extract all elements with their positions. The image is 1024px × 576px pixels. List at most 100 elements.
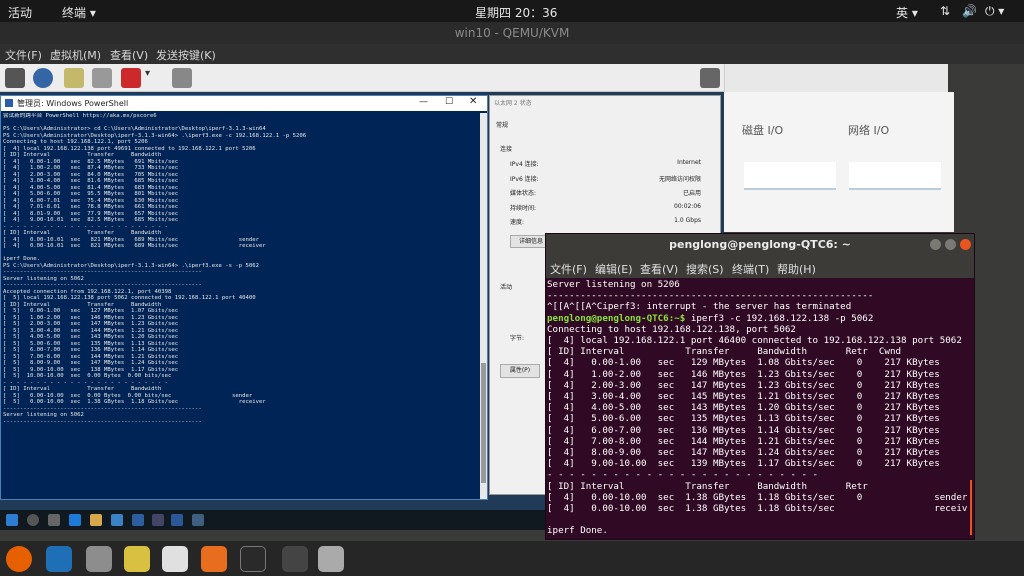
status-key: 持续时间: — [510, 204, 537, 212]
status-value: 1.0 Gbps — [674, 217, 701, 224]
connection-section: 连接 — [500, 146, 513, 153]
thunderbird-icon[interactable] — [46, 546, 72, 572]
software-icon[interactable] — [201, 546, 227, 572]
maximize-icon[interactable]: ☐ — [445, 97, 453, 107]
input-method[interactable]: 英 ▾ — [896, 4, 918, 21]
edge-icon[interactable] — [69, 514, 81, 526]
menu-edit[interactable]: 编辑(E) — [595, 261, 633, 277]
menu-search[interactable]: 搜索(S) — [686, 261, 724, 277]
maximize-icon[interactable] — [945, 239, 956, 250]
close-icon[interactable] — [960, 239, 971, 250]
network-status-taskbar-icon[interactable] — [192, 514, 204, 526]
store-icon[interactable] — [111, 514, 123, 526]
powershell-icon — [5, 99, 13, 107]
net-io-label: 网络 I/O — [848, 124, 890, 137]
pause-icon[interactable] — [92, 68, 112, 88]
terminal-output[interactable]: Server listening on 5206 ----------------… — [547, 279, 967, 539]
search-icon[interactable] — [27, 514, 39, 526]
terminal-line: [ 4] 1.00-2.00 sec 146 MBytes 1.23 Gbits… — [547, 368, 940, 380]
screenshot-icon[interactable] — [318, 546, 344, 572]
play-icon[interactable] — [64, 68, 84, 88]
terminal-line: [ 4] 9.00-10.00 sec 139 MBytes 1.17 Gbit… — [547, 458, 940, 470]
activity-section: 活动 — [500, 284, 513, 291]
tab-general[interactable]: 常规 — [496, 120, 508, 129]
minimize-icon[interactable]: — — [419, 97, 428, 107]
activities-button[interactable]: 活动 — [8, 4, 32, 21]
terminal-line: - - - - - - - - - - - - - - - - - - - - … — [547, 469, 819, 481]
status-key: 媒体状态: — [510, 190, 537, 197]
taskbar-app-icon[interactable] — [152, 514, 164, 526]
terminal-line: iperf Done. — [547, 525, 608, 537]
status-row: IPv4 连接: Internet — [510, 159, 715, 168]
menu-view[interactable]: 查看(V) — [110, 47, 148, 63]
start-icon[interactable] — [6, 514, 18, 526]
app-menu[interactable]: 终端 ▾ — [62, 4, 96, 21]
properties-button[interactable]: 属性(P) — [500, 364, 540, 378]
firefox-icon[interactable] — [6, 546, 32, 572]
rhythmbox-icon[interactable] — [124, 546, 150, 572]
shutdown-icon[interactable] — [121, 68, 141, 88]
files-icon[interactable] — [86, 546, 112, 572]
disk-io-label: 磁盘 I/O — [742, 124, 784, 137]
qemu-window-title: win10 - QEMU/KVM — [0, 22, 1024, 44]
terminal-line: [ 4] 7.00-8.00 sec 144 MBytes 1.21 Gbits… — [547, 435, 940, 447]
powershell-output[interactable]: 尝试新的跨平台 PowerShell https://aka.ms/pscore… — [3, 113, 485, 498]
task-view-icon[interactable] — [48, 514, 60, 526]
network-icon[interactable]: ⇅ — [940, 4, 950, 18]
status-value: 无网络访问权限 — [658, 175, 701, 183]
powershell-title: 管理员: Windows PowerShell — [17, 99, 129, 108]
ubuntu-terminal[interactable]: penglong@penglong-QTC6: ~ 文件(F) 编辑(E) 查看… — [545, 233, 975, 540]
terminal-line: [ 4] 6.00-7.00 sec 136 MBytes 1.14 Gbits… — [547, 424, 940, 436]
terminal-title: penglong@penglong-QTC6: ~ — [669, 238, 851, 251]
menu-terminal[interactable]: 终端(T) — [732, 261, 769, 277]
powershell-scrollbar[interactable] — [480, 113, 487, 499]
terminal-menubar: 文件(F) 编辑(E) 查看(V) 搜索(S) 终端(T) 帮助(H) — [546, 256, 974, 278]
terminal-titlebar: penglong@penglong-QTC6: ~ — [546, 234, 974, 256]
libreoffice-icon[interactable] — [162, 546, 188, 572]
status-key: IPv6 连接: — [510, 175, 539, 183]
chevron-down-icon[interactable]: ▾ — [145, 68, 155, 88]
status-row: 速度: 1.0 Gbps — [510, 217, 715, 226]
minimize-icon[interactable] — [930, 239, 941, 250]
status-row: 持续时间: 00:02:06 — [510, 203, 715, 212]
snapshot-icon[interactable] — [172, 68, 192, 88]
power-menu[interactable]: ⏻ ▾ — [985, 4, 1004, 19]
powershell-taskbar-icon[interactable] — [171, 514, 183, 526]
status-row: IPv6 连接: 无网络访问权限 — [510, 174, 715, 183]
status-row: 媒体状态: 已启用 — [510, 188, 715, 197]
menu-file[interactable]: 文件(F) — [550, 261, 587, 277]
menu-file[interactable]: 文件(F) — [5, 47, 42, 63]
system-monitor-icon[interactable] — [282, 546, 308, 572]
monitor-icon[interactable] — [5, 68, 25, 88]
network-taskbar-icon[interactable] — [132, 514, 144, 526]
menu-view[interactable]: 查看(V) — [640, 261, 678, 277]
info-icon[interactable] — [33, 68, 53, 88]
terminal-line: ^[[A^[[A^Ciperf3: interrupt - the server… — [547, 301, 852, 313]
powershell-window[interactable]: 管理员: Windows PowerShell — ☐ ✕ 尝试新的跨平台 Po… — [0, 95, 488, 500]
net-graph — [849, 162, 941, 190]
terminal-line: [ 4] 2.00-3.00 sec 147 MBytes 1.23 Gbits… — [547, 379, 940, 391]
terminal-scrollbar[interactable] — [970, 480, 972, 535]
disk-graph — [744, 162, 836, 190]
status-value: 已启用 — [682, 190, 701, 197]
menu-sendkey[interactable]: 发送按键(K) — [156, 47, 216, 63]
volume-icon[interactable]: 🔊 — [962, 4, 977, 18]
terminal-line: Connecting to host 192.168.122.138, port… — [547, 323, 796, 335]
powershell-titlebar: 管理员: Windows PowerShell — ☐ ✕ — [1, 96, 487, 111]
terminal-line: [ 4] 0.00-10.00 sec 1.38 GBytes 1.18 Gbi… — [547, 503, 967, 515]
explorer-icon[interactable] — [90, 514, 102, 526]
menu-vm[interactable]: 虚拟机(M) — [50, 47, 101, 63]
fullscreen-icon[interactable] — [700, 68, 720, 88]
status-key: 速度: — [510, 219, 525, 226]
clock[interactable]: 星期四 20：36 — [475, 4, 557, 21]
terminal-line: [ 4] 0.00-1.00 sec 129 MBytes 1.08 Gbits… — [547, 357, 940, 369]
powershell-line: ----------------------------------------… — [3, 418, 202, 425]
menu-help[interactable]: 帮助(H) — [777, 261, 816, 277]
qemu-toolbar: ▾ — [0, 64, 724, 92]
qemu-menubar: 文件(F) 虚拟机(M) 查看(V) 发送按键(K) — [0, 44, 1024, 64]
terminal-line: [ 4] 3.00-4.00 sec 145 MBytes 1.21 Gbits… — [547, 391, 940, 403]
close-icon[interactable]: ✕ — [469, 96, 477, 107]
dialog-title: 以太网 2 状态 — [494, 100, 532, 107]
terminal-dock-icon[interactable] — [240, 546, 266, 572]
scrollbar-thumb[interactable] — [481, 363, 486, 483]
